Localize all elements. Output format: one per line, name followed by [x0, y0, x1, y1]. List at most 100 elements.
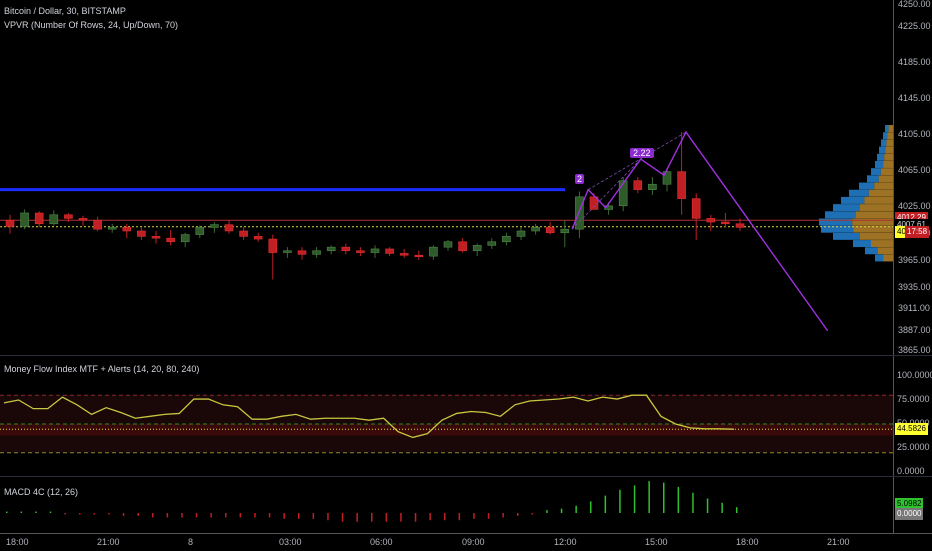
candle	[253, 236, 263, 240]
macd-bar	[517, 513, 519, 516]
candle	[312, 250, 321, 255]
mfi-axis[interactable]: 100.000075.000050.000025.00000.0000	[893, 356, 932, 476]
time-tick: 18:00	[736, 537, 759, 547]
vpvr-legend[interactable]: VPVR (Number Of Rows, 24, Up/Down, 70)	[4, 20, 178, 30]
macd-bar	[458, 513, 461, 521]
volume-profile-bar	[875, 254, 884, 262]
candle	[648, 183, 657, 190]
volume-profile-bar	[853, 240, 871, 248]
candle	[326, 246, 336, 252]
macd-bar	[225, 513, 227, 518]
price-tick: 4185.00	[898, 56, 931, 67]
macd-bar	[473, 513, 475, 519]
macd-bar	[502, 513, 504, 518]
price-axis[interactable]: 4250.00 4225.00 4185.00 4145.00 4105.00 4065.…	[893, 0, 932, 355]
candle	[107, 227, 117, 230]
macd-bar	[210, 513, 212, 518]
volume-profile-bar	[877, 247, 893, 255]
mfi-chart[interactable]	[0, 356, 893, 476]
volume-profile-bar	[884, 153, 893, 161]
candle	[414, 254, 424, 258]
macd-bar	[108, 513, 110, 515]
macd-bar	[444, 513, 446, 521]
macd-bar	[736, 507, 738, 513]
candle	[297, 250, 307, 255]
volume-profile-bar	[885, 125, 889, 133]
price-tick: 3935.00	[898, 281, 931, 292]
macd-bar	[721, 502, 723, 513]
macd-bar	[327, 513, 329, 521]
candle	[5, 219, 15, 227]
macd-bar	[429, 513, 431, 521]
candle	[429, 246, 438, 257]
volume-profile-bar	[833, 204, 860, 212]
candle	[283, 250, 292, 253]
macd-bar	[663, 482, 665, 513]
macd-pane[interactable]: MACD 4C (12, 26)	[0, 477, 893, 533]
candle	[224, 224, 234, 232]
candle	[370, 248, 380, 253]
macd-bar	[633, 485, 636, 513]
volume-profile-bar	[885, 146, 893, 154]
volume-profile-bar	[852, 218, 893, 226]
volume-profile-bar	[841, 196, 865, 204]
volume-profile-bar	[883, 254, 893, 262]
volume-profile-bar	[849, 189, 869, 197]
macd-bar	[93, 513, 96, 515]
volume-profile-bar	[881, 139, 887, 147]
candle	[195, 227, 205, 235]
macd-bar	[356, 513, 358, 522]
time-tick: 21:00	[827, 537, 850, 547]
mfi-tick: 25.0000	[897, 442, 930, 452]
price-chart-pane[interactable]: Bitcoin / Dollar, 30, BITSTAMP VPVR (Num…	[0, 0, 893, 355]
volume-profile-bar	[868, 189, 893, 197]
candle	[356, 250, 365, 253]
mfi-midband	[0, 424, 893, 436]
candle	[735, 223, 745, 228]
macd-legend[interactable]: MACD 4C (12, 26)	[4, 487, 78, 497]
macd-bar	[385, 513, 388, 522]
candle	[472, 245, 482, 252]
macd-bar	[312, 513, 315, 519]
candle	[443, 241, 453, 248]
macd-bar	[298, 513, 300, 519]
time-axis[interactable]: 18:00 21:00 8 03:00 06:00 09:00 12:00 15:00 18:0…	[0, 533, 932, 551]
volume-profile-bar	[865, 247, 878, 255]
candle	[180, 234, 190, 243]
macd-bar	[283, 513, 285, 519]
mfi-value-tag: 44.5826	[895, 423, 928, 436]
candle	[691, 198, 701, 219]
macd-bar	[414, 513, 417, 522]
pattern-ratio-label: 2	[575, 174, 585, 185]
macd-bar	[546, 510, 548, 513]
macd-bar	[604, 495, 607, 513]
volume-profile-bar	[819, 218, 853, 226]
macd-bar	[79, 513, 81, 515]
candle	[122, 227, 132, 232]
candle	[487, 241, 497, 246]
macd-bar	[692, 492, 694, 513]
mfi-tick: 75.0000	[897, 394, 930, 404]
macd-bar	[49, 511, 52, 513]
macd-chart[interactable]	[0, 477, 893, 533]
time-tick: 21:00	[97, 537, 120, 547]
macd-bar	[195, 513, 198, 518]
volume-profile-bar	[860, 204, 893, 212]
volume-profile-bar	[855, 211, 893, 219]
macd-bar	[341, 513, 344, 522]
price-chart[interactable]	[0, 0, 893, 355]
candle	[531, 227, 540, 232]
volume-profile-bar	[875, 160, 884, 168]
candle	[399, 253, 409, 256]
price-tick: 3865.00	[898, 344, 931, 355]
time-tick: 06:00	[370, 537, 393, 547]
macd-bar	[648, 481, 650, 513]
mfi-legend[interactable]: Money Flow Index MTF + Alerts (14, 20, 8…	[4, 364, 199, 374]
candle	[210, 224, 219, 228]
time-tick: 15:00	[645, 537, 668, 547]
mfi-pane[interactable]: Money Flow Index MTF + Alerts (14, 20, 8…	[0, 356, 893, 476]
macd-bar	[619, 489, 621, 513]
countdown-tag: 17:58	[905, 226, 930, 239]
time-tick: 8	[188, 537, 194, 547]
volume-profile-bar	[833, 232, 860, 240]
